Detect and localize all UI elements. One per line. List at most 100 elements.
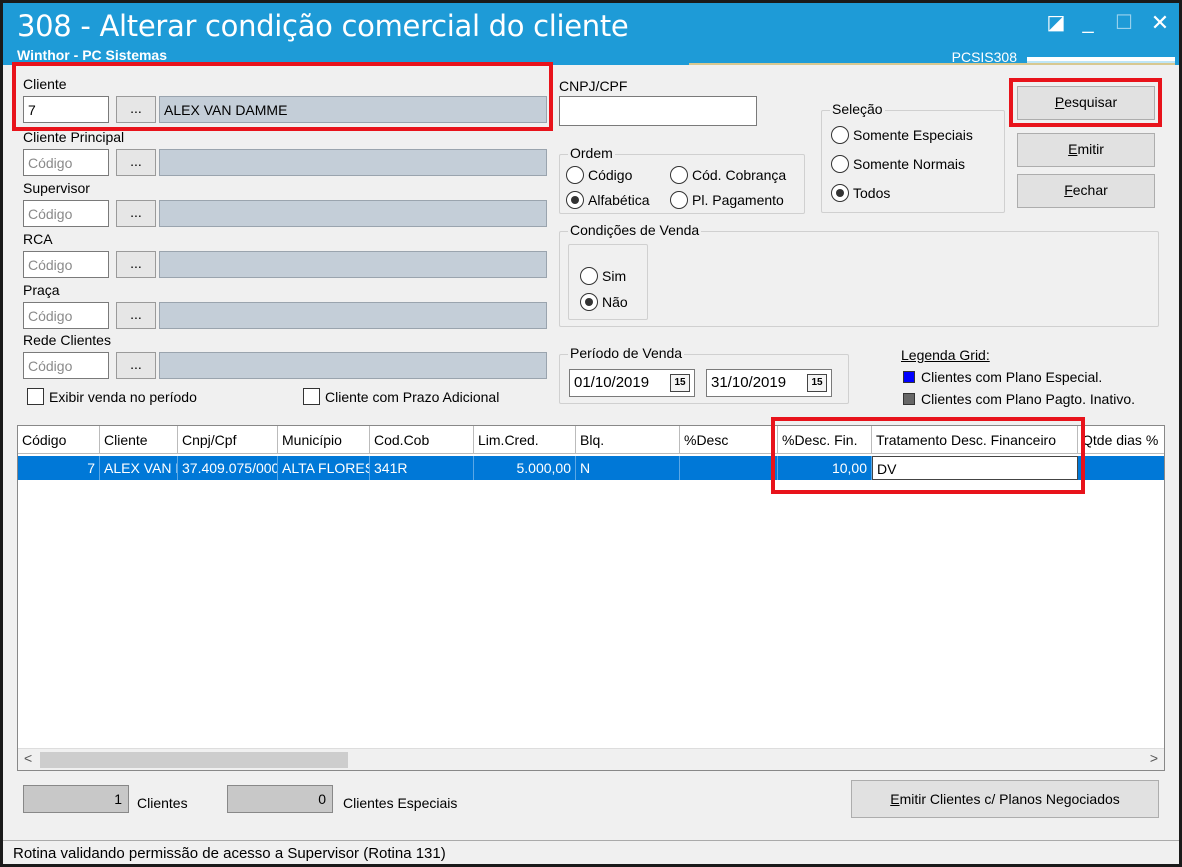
rede-clientes-label: Rede Clientes bbox=[23, 332, 111, 348]
pesquisar-button[interactable]: Pesquisar bbox=[1017, 86, 1155, 120]
cliente-principal-label: Cliente Principal bbox=[23, 129, 125, 145]
radio-circle bbox=[670, 166, 688, 184]
especiais-count-label: Clientes Especiais bbox=[343, 795, 458, 811]
cell-tratamento-editor[interactable]: DV bbox=[872, 456, 1078, 480]
grid-header: Código Cliente Cnpj/Cpf Município Cod.Co… bbox=[18, 426, 1164, 454]
ordem-alfabetica-radio[interactable]: Alfabética bbox=[566, 191, 649, 209]
col-cnpj[interactable]: Cnpj/Cpf bbox=[178, 426, 278, 454]
condicoes-venda-title: Condições de Venda bbox=[568, 222, 702, 238]
periodo-end-value: 31/10/2019 bbox=[711, 374, 787, 391]
clientes-grid[interactable]: Código Cliente Cnpj/Cpf Município Cod.Co… bbox=[17, 425, 1165, 771]
scroll-left-icon[interactable]: < bbox=[24, 750, 32, 766]
selecao-todos-radio[interactable]: Todos bbox=[831, 184, 890, 202]
radio-circle bbox=[566, 166, 584, 184]
ordem-pagamento-radio[interactable]: Pl. Pagamento bbox=[670, 191, 784, 209]
radio-circle-selected bbox=[580, 293, 598, 311]
cliente-principal-name-field bbox=[159, 149, 547, 176]
rede-clientes-input[interactable]: Código bbox=[23, 352, 109, 379]
cell-blq: N bbox=[576, 456, 680, 480]
pesquisar-mnemonic: P bbox=[1054, 94, 1065, 110]
selecao-normais-label: Somente Normais bbox=[853, 156, 966, 172]
emitir-label: mitir bbox=[1077, 141, 1104, 157]
praca-input[interactable]: Código bbox=[23, 302, 109, 329]
window-title: 308 - Alterar condição comercial do clie… bbox=[17, 9, 629, 43]
col-desc-fin[interactable]: %Desc. Fin. bbox=[778, 426, 872, 454]
fechar-mnemonic: F bbox=[1064, 182, 1073, 198]
minimize-icon[interactable]: _ bbox=[1075, 11, 1101, 35]
praca-lookup-button[interactable]: ... bbox=[116, 302, 156, 329]
radio-circle-selected bbox=[566, 191, 584, 209]
cliente-principal-input[interactable]: Código bbox=[23, 149, 109, 176]
condicoes-sim-radio[interactable]: Sim bbox=[580, 267, 626, 285]
calendar-icon[interactable]: 15 bbox=[670, 374, 690, 392]
col-cliente[interactable]: Cliente bbox=[100, 426, 178, 454]
cell-codigo: 7 bbox=[18, 456, 100, 480]
ordem-cobranca-radio[interactable]: Cód. Cobrança bbox=[670, 166, 786, 184]
especiais-count: 0 bbox=[227, 785, 333, 813]
ordem-alfabetica-label: Alfabética bbox=[588, 192, 650, 208]
ordem-codigo-label: Código bbox=[588, 167, 633, 183]
selecao-especiais-radio[interactable]: Somente Especiais bbox=[831, 126, 973, 144]
col-blq[interactable]: Blq. bbox=[576, 426, 680, 454]
clientes-count-label: Clientes bbox=[137, 795, 188, 811]
supervisor-lookup-button[interactable]: ... bbox=[116, 200, 156, 227]
rca-input[interactable]: Código bbox=[23, 251, 109, 278]
emitir-button[interactable]: Emitir bbox=[1017, 133, 1155, 167]
condicoes-nao-radio[interactable]: Não bbox=[580, 293, 628, 311]
supervisor-label: Supervisor bbox=[23, 180, 90, 196]
ordem-title: Ordem bbox=[568, 145, 615, 161]
fechar-button[interactable]: Fechar bbox=[1017, 174, 1155, 208]
pesquisar-label: esquisar bbox=[1064, 94, 1118, 110]
cell-cliente: ALEX VAN DAMME bbox=[100, 456, 178, 480]
clientes-count: 1 bbox=[23, 785, 129, 813]
cliente-name-field: ALEX VAN DAMME bbox=[159, 96, 547, 123]
condicoes-venda-options: Sim Não bbox=[568, 244, 648, 320]
horizontal-scrollbar[interactable]: < > bbox=[18, 748, 1164, 770]
condicoes-sim-label: Sim bbox=[602, 268, 627, 284]
fechar-label: echar bbox=[1072, 182, 1108, 198]
selecao-title: Seleção bbox=[830, 101, 885, 117]
praca-name-field bbox=[159, 302, 547, 329]
maximize-icon[interactable]: ☐ bbox=[1111, 11, 1137, 35]
cell-municipio: ALTA FLORESTA bbox=[278, 456, 370, 480]
checkbox-box bbox=[27, 388, 44, 405]
form-content: Cliente 7 ... ALEX VAN DAMME Cliente Pri… bbox=[3, 62, 1179, 840]
periodo-end-input[interactable]: 31/10/2019 15 bbox=[706, 369, 832, 397]
legenda-title: Legenda Grid: bbox=[901, 347, 990, 363]
ordem-codigo-radio[interactable]: Código bbox=[566, 166, 632, 184]
prazo-adicional-checkbox[interactable]: Cliente com Prazo Adicional bbox=[303, 388, 499, 405]
rca-name-field bbox=[159, 251, 547, 278]
cliente-code-input[interactable]: 7 bbox=[23, 96, 109, 123]
radio-circle bbox=[831, 155, 849, 173]
scroll-right-icon[interactable]: > bbox=[1150, 750, 1158, 766]
supervisor-input[interactable]: Código bbox=[23, 200, 109, 227]
cell-desc-fin: 10,00 bbox=[778, 456, 872, 480]
cnpj-input[interactable] bbox=[559, 96, 757, 126]
col-qtde-dias[interactable]: Qtde dias % bbox=[1078, 426, 1164, 454]
col-municipio[interactable]: Município bbox=[278, 426, 370, 454]
selecao-todos-label: Todos bbox=[853, 185, 891, 201]
cliente-label: Cliente bbox=[23, 76, 67, 92]
restore-icon[interactable]: ◪ bbox=[1043, 11, 1069, 35]
col-codigo[interactable]: Código bbox=[18, 426, 100, 454]
ordem-group: Ordem Código Cód. Cobrança Alfabética Pl… bbox=[559, 145, 805, 214]
periodo-start-input[interactable]: 01/10/2019 15 bbox=[569, 369, 695, 397]
emitir-planos-button[interactable]: Emitir Clientes c/ Planos Negociados bbox=[851, 780, 1159, 818]
col-tratamento[interactable]: Tratamento Desc. Financeiro bbox=[872, 426, 1078, 454]
table-row[interactable]: 7 ALEX VAN DAMME 37.409.075/0001 ALTA FL… bbox=[18, 456, 1164, 480]
col-codcob[interactable]: Cod.Cob bbox=[370, 426, 474, 454]
rca-lookup-button[interactable]: ... bbox=[116, 251, 156, 278]
status-bar: Rotina validando permissão de acesso a S… bbox=[3, 840, 1179, 864]
close-icon[interactable]: ✕ bbox=[1147, 11, 1173, 35]
exibir-venda-checkbox[interactable]: Exibir venda no período bbox=[27, 388, 197, 405]
rede-clientes-name-field bbox=[159, 352, 547, 379]
calendar-icon[interactable]: 15 bbox=[807, 374, 827, 392]
col-limcred[interactable]: Lim.Cred. bbox=[474, 426, 576, 454]
radio-circle bbox=[670, 191, 688, 209]
selecao-normais-radio[interactable]: Somente Normais bbox=[831, 155, 965, 173]
col-desc[interactable]: %Desc bbox=[680, 426, 778, 454]
cliente-principal-lookup-button[interactable]: ... bbox=[116, 149, 156, 176]
scroll-thumb[interactable] bbox=[40, 752, 348, 768]
rede-clientes-lookup-button[interactable]: ... bbox=[116, 352, 156, 379]
cliente-lookup-button[interactable]: ... bbox=[116, 96, 156, 123]
